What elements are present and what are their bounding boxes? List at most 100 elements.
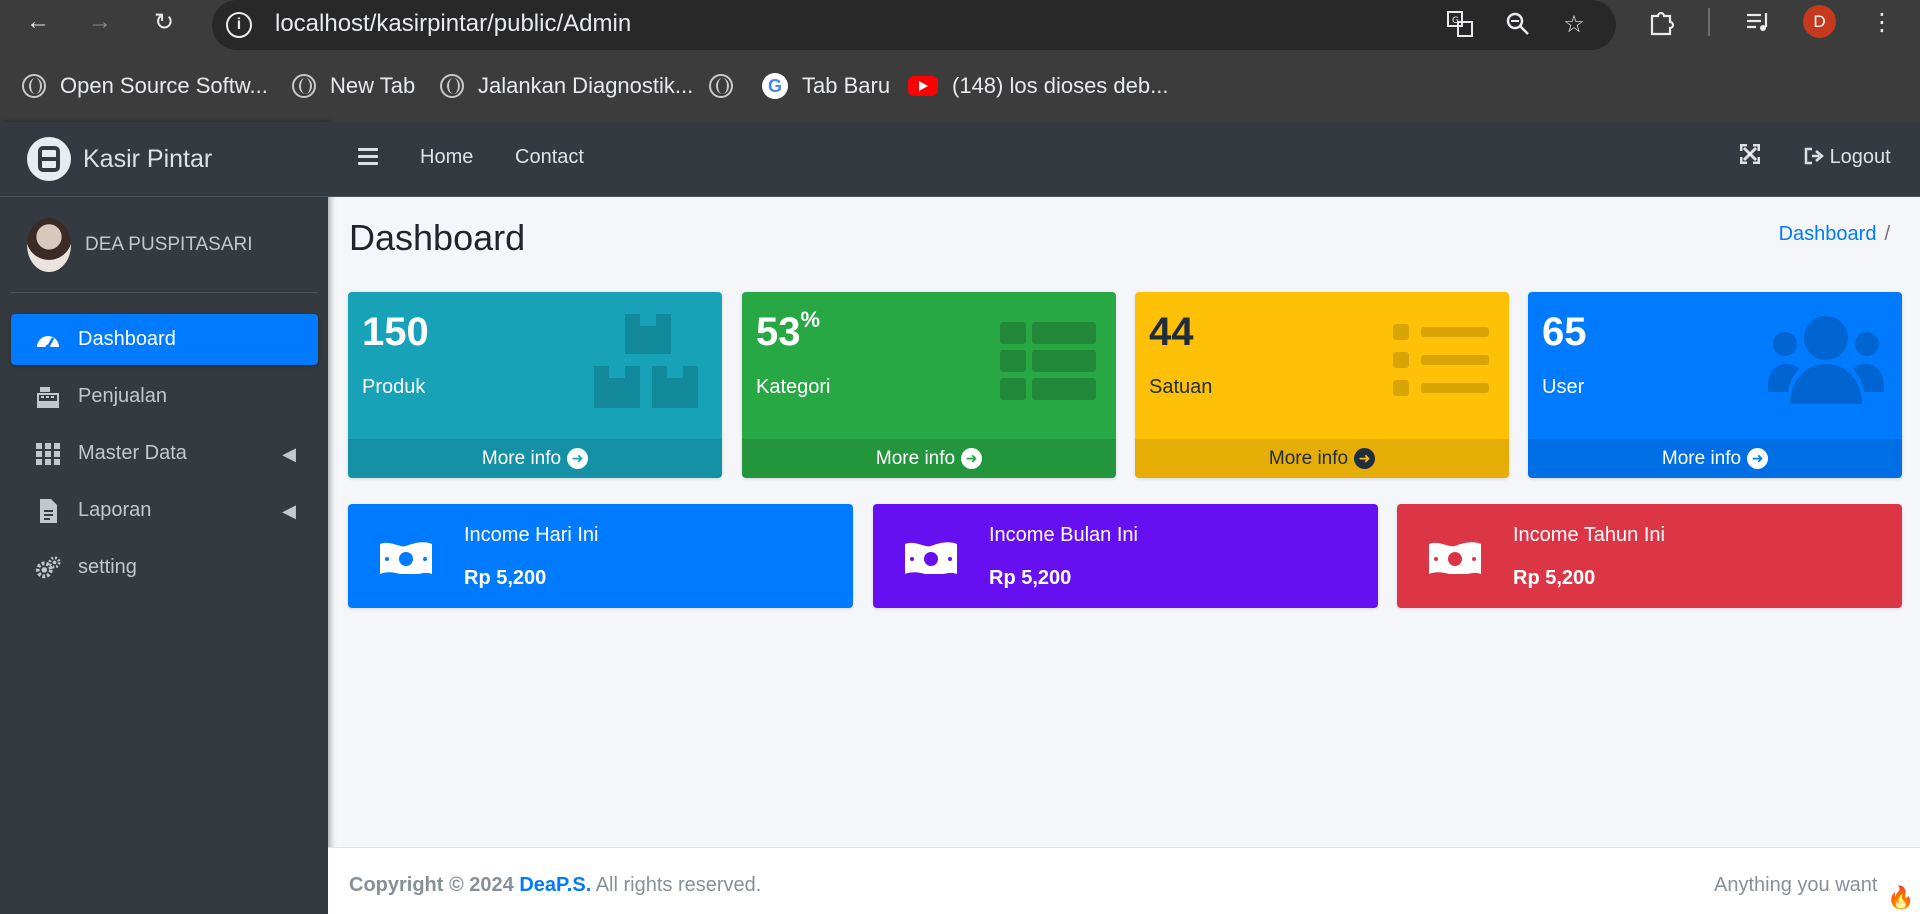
flame-icon[interactable]: 🔥 — [1882, 882, 1920, 914]
avatar — [27, 217, 71, 272]
table-list-icon — [1000, 314, 1096, 410]
bookmark-item[interactable]: Open Source Softw... — [22, 66, 268, 106]
bookmark-star-icon[interactable]: ☆ — [1558, 8, 1590, 40]
footer-brand-link[interactable]: DeaP.S. — [519, 874, 591, 896]
sidebar-item-master-data[interactable]: Master Data ◀ — [11, 428, 318, 479]
brand-logo-icon — [27, 137, 71, 181]
bookmark-item[interactable]: New Tab — [292, 66, 415, 106]
breadcrumb-dashboard-link[interactable]: Dashboard — [1779, 223, 1877, 245]
google-icon: G — [762, 73, 788, 99]
sidebar-item-label: Laporan — [78, 499, 152, 521]
sidebar-menu: Dashboard Penjualan Master Data ◀ Lapora… — [11, 314, 318, 599]
page-title: Dashboard — [349, 217, 526, 258]
extensions-icon[interactable] — [1644, 4, 1680, 40]
profile-avatar[interactable]: D — [1803, 5, 1836, 38]
income-title: Income Tahun Ini — [1513, 524, 1665, 546]
sidebar-item-label: Dashboard — [78, 328, 176, 350]
toolbar-divider — [1708, 8, 1710, 36]
bookmark-item[interactable] — [709, 66, 747, 106]
nav-contact-link[interactable]: Contact — [515, 146, 584, 169]
list-icon — [1393, 314, 1489, 410]
arrow-circle-right-icon: ➜ — [961, 448, 983, 469]
globe-icon — [440, 74, 464, 98]
browser-chrome: ← → ↻ i localhost/kasirpintar/public/Adm… — [0, 0, 1920, 122]
breadcrumb: Dashboard / — [1778, 223, 1890, 245]
translate-icon[interactable]: G — [1444, 8, 1476, 40]
copyright-text: Copyright © 2024 DeaP.S. All rights rese… — [349, 874, 762, 896]
gears-icon — [35, 555, 61, 581]
user-name[interactable]: DEA PUSPITASARI — [85, 234, 253, 256]
stat-box-kategori: 53% Kategori More info ➜ — [742, 292, 1116, 478]
sidebar-item-label: setting — [78, 556, 137, 578]
stat-label: Satuan — [1149, 376, 1213, 398]
income-box-tahun-ini: Income Tahun Ini Rp 5,200 — [1397, 504, 1902, 608]
stat-label: Kategori — [756, 376, 831, 398]
income-title: Income Bulan Ini — [989, 524, 1138, 546]
main-sidebar: Kasir Pintar DEA PUSPITASARI Dashboard P… — [0, 122, 328, 914]
income-value: Rp 5,200 — [1513, 567, 1596, 589]
content-wrapper: Dashboard Dashboard/ 150 Produk More inf… — [328, 197, 1920, 847]
logout-button[interactable]: Logout — [1804, 146, 1891, 169]
income-box-hari-ini: Income Hari Ini Rp 5,200 — [348, 504, 853, 608]
arrow-circle-right-icon: ➜ — [567, 448, 589, 469]
reload-icon[interactable]: ↻ — [148, 6, 180, 38]
more-info-link[interactable]: More info ➜ — [742, 439, 1116, 478]
dashboard-icon — [35, 327, 61, 353]
address-bar[interactable]: i localhost/kasirpintar/public/Admin G ☆ — [212, 0, 1616, 50]
forward-icon[interactable]: → — [84, 6, 116, 38]
more-info-link[interactable]: More info ➜ — [1528, 439, 1902, 478]
nav-home-link[interactable]: Home — [420, 146, 473, 169]
zoom-icon[interactable] — [1502, 8, 1534, 40]
chrome-menu-icon[interactable]: ⋮ — [1864, 4, 1900, 40]
sidebar-item-dashboard[interactable]: Dashboard — [11, 314, 318, 365]
url-text[interactable]: localhost/kasirpintar/public/Admin — [275, 10, 631, 38]
globe-icon — [22, 74, 46, 98]
income-value: Rp 5,200 — [989, 567, 1072, 589]
stat-value: 53% — [756, 306, 821, 354]
user-panel[interactable]: DEA PUSPITASARI — [10, 197, 318, 293]
money-bill-icon — [1429, 540, 1481, 577]
arrow-circle-right-icon: ➜ — [1354, 448, 1376, 469]
stat-value: 65 — [1542, 310, 1587, 354]
media-control-icon[interactable] — [1740, 4, 1776, 40]
globe-icon — [292, 74, 316, 98]
brand-name: Kasir Pintar — [83, 144, 213, 173]
youtube-icon — [908, 76, 938, 96]
chevron-left-icon: ◀ — [282, 444, 296, 464]
cash-register-icon — [35, 384, 61, 410]
money-bill-icon — [905, 540, 957, 577]
sidebar-item-penjualan[interactable]: Penjualan — [11, 371, 318, 422]
logout-icon — [1804, 146, 1830, 168]
svg-text:G: G — [1452, 16, 1459, 26]
footer-right-text: Anything you want — [1714, 874, 1878, 896]
fullscreen-icon[interactable] — [1739, 143, 1761, 170]
money-bill-icon — [380, 540, 432, 577]
brand-link[interactable]: Kasir Pintar — [0, 122, 328, 197]
file-icon — [35, 498, 61, 524]
stat-box-user: 65 User More info ➜ — [1528, 292, 1902, 478]
stat-value: 150 — [362, 310, 429, 354]
grid-icon — [35, 441, 61, 467]
back-icon[interactable]: ← — [22, 6, 54, 38]
sidebar-item-laporan[interactable]: Laporan ◀ — [11, 485, 318, 536]
logout-label: Logout — [1829, 146, 1891, 168]
stat-box-produk: 150 Produk More info ➜ — [348, 292, 722, 478]
income-box-bulan-ini: Income Bulan Ini Rp 5,200 — [873, 504, 1378, 608]
bookmarks-bar: Open Source Softw... New Tab Jalankan Di… — [0, 66, 1920, 106]
chevron-left-icon: ◀ — [282, 501, 296, 521]
menu-toggle-icon[interactable] — [358, 148, 378, 166]
more-info-link[interactable]: More info ➜ — [1135, 439, 1509, 478]
stat-value: 44 — [1149, 310, 1194, 354]
arrow-circle-right-icon: ➜ — [1747, 448, 1769, 469]
main-footer: Copyright © 2024 DeaP.S. All rights rese… — [328, 847, 1920, 914]
sidebar-item-setting[interactable]: setting — [11, 542, 318, 593]
bookmark-item[interactable]: G Tab Baru — [762, 66, 890, 106]
site-info-icon[interactable]: i — [226, 12, 252, 38]
bookmark-item[interactable]: Jalankan Diagnostik... — [440, 66, 693, 106]
bookmark-item[interactable]: (148) los dioses deb... — [908, 66, 1168, 106]
more-info-link[interactable]: More info ➜ — [348, 439, 722, 478]
sidebar-item-label: Penjualan — [78, 385, 167, 407]
stat-label: Produk — [362, 376, 426, 398]
income-title: Income Hari Ini — [464, 524, 599, 546]
stat-label: User — [1542, 376, 1585, 398]
